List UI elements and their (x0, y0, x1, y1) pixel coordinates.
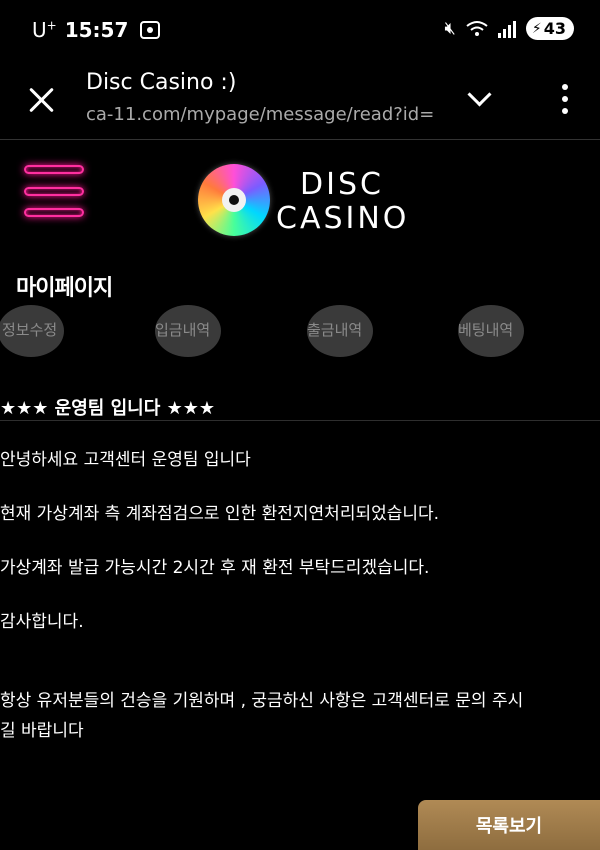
battery-indicator: ⚡ 43 (525, 17, 574, 40)
mypage-title: 마이페이지 (16, 276, 113, 301)
message-line: 가상계좌 발급 가능시간 2시간 후 재 환전 부탁드리겠습니다. (0, 558, 430, 578)
screen-record-icon (140, 21, 161, 39)
tab-label: 베팅내역 (458, 321, 514, 339)
message-line: 안녕하세요 고객센터 운영팀 입니다 (0, 450, 251, 470)
tab-label: 입금내역 (155, 321, 211, 339)
hamburger-menu-icon[interactable] (24, 165, 84, 217)
more-options-icon[interactable] (560, 84, 570, 114)
disc-logo-icon[interactable] (198, 164, 270, 236)
message-subject: ★★★ 운영팀 입니다 ★★★ (0, 398, 215, 419)
divider (0, 420, 600, 421)
status-right: 🔇︎ ⚡ 43 (445, 17, 574, 40)
message-line: 길 바랍니다 (0, 721, 84, 741)
list-view-button[interactable]: 목록보기 (418, 800, 600, 850)
signal-icon (497, 20, 516, 38)
status-time: 15:57 (64, 18, 129, 42)
tab-label: 정보수정 (2, 321, 58, 339)
close-icon[interactable] (28, 86, 56, 114)
page-title: Disc Casino :) (86, 70, 237, 95)
message-line: 감사합니다. (0, 612, 84, 632)
charging-icon: ⚡ (531, 20, 542, 37)
page-url[interactable]: ca-11.com/mypage/message/read?id= (86, 104, 446, 125)
status-left: U+ 15:57 (32, 18, 161, 42)
battery-level: 43 (543, 19, 566, 38)
status-bar: U+ 15:57 🔇︎ ⚡ 43 (0, 0, 600, 62)
message-line: 항상 유저분들의 건승을 기원하며 , 궁금하신 사항은 고객센터로 문의 주시 (0, 691, 524, 711)
message-line: 현재 가상계좌 측 계좌점검으로 인한 환전지연처리되었습니다. (0, 504, 440, 524)
browser-toolbar: Disc Casino :) ca-11.com/mypage/message/… (0, 62, 600, 140)
carrier-label: U+ (32, 18, 57, 42)
brand-line-1: DISC (300, 167, 384, 202)
brand-line-2: CASINO (276, 201, 410, 236)
wifi-icon (466, 20, 488, 38)
mute-icon: 🔇︎ (444, 18, 456, 39)
tab-label: 출금내역 (307, 321, 363, 339)
chevron-down-icon[interactable] (466, 84, 494, 112)
brand-logo-text[interactable]: DISC CASINO (276, 168, 409, 236)
